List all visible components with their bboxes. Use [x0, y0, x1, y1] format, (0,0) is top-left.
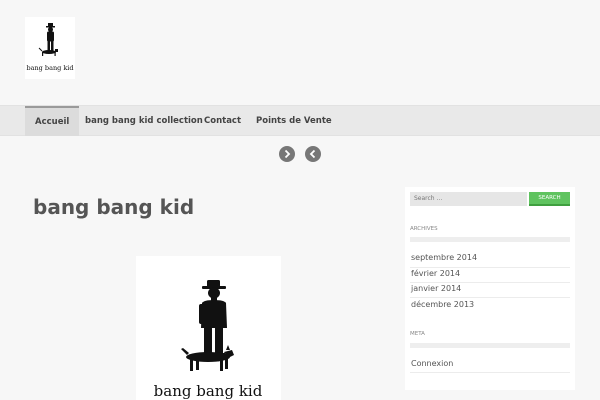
- logo-image: bang bang kid: [26, 23, 74, 72]
- site-header: bang bang kid: [0, 0, 600, 105]
- divider: [410, 282, 570, 283]
- main-navigation: Accueil bang bang kid collection Contact…: [0, 105, 600, 136]
- slider-next-button[interactable]: [279, 146, 295, 162]
- divider: [410, 267, 570, 268]
- page-title: bang bang kid: [33, 195, 195, 219]
- chevron-left-icon: [309, 149, 316, 159]
- site-logo[interactable]: bang bang kid: [25, 17, 75, 79]
- nav-item-points-de-vente[interactable]: Points de Vente: [246, 106, 342, 136]
- archives-title: ARCHIVES: [410, 226, 438, 232]
- nav-item-collection[interactable]: bang bang kid collection: [75, 106, 213, 136]
- nav-item-contact[interactable]: Contact: [194, 106, 251, 136]
- chevron-right-icon: [284, 149, 291, 159]
- slider-prev-button[interactable]: [305, 146, 321, 162]
- archive-link-janvier-2014[interactable]: janvier 2014: [411, 284, 461, 293]
- archive-link-fevrier-2014[interactable]: février 2014: [411, 269, 460, 278]
- logo-illustration: bang bang kid: [154, 280, 263, 400]
- search-button[interactable]: SEARCH: [529, 192, 570, 206]
- meta-link-connexion[interactable]: Connexion: [411, 359, 453, 368]
- logo-text: bang bang kid: [26, 64, 73, 72]
- post-image[interactable]: bang bang kid: [136, 256, 281, 400]
- search-input[interactable]: [410, 192, 527, 206]
- divider: [410, 372, 570, 373]
- archive-link-septembre-2014[interactable]: septembre 2014: [411, 253, 477, 262]
- archives-divider: [410, 237, 570, 242]
- sidebar: SEARCH ARCHIVES septembre 2014 février 2…: [405, 187, 575, 390]
- archive-link-decembre-2013[interactable]: décembre 2013: [411, 300, 474, 309]
- meta-divider: [410, 343, 570, 348]
- image-caption: bang bang kid: [154, 382, 263, 400]
- divider: [410, 297, 570, 298]
- meta-title: META: [410, 331, 425, 337]
- nav-item-accueil[interactable]: Accueil: [25, 106, 80, 136]
